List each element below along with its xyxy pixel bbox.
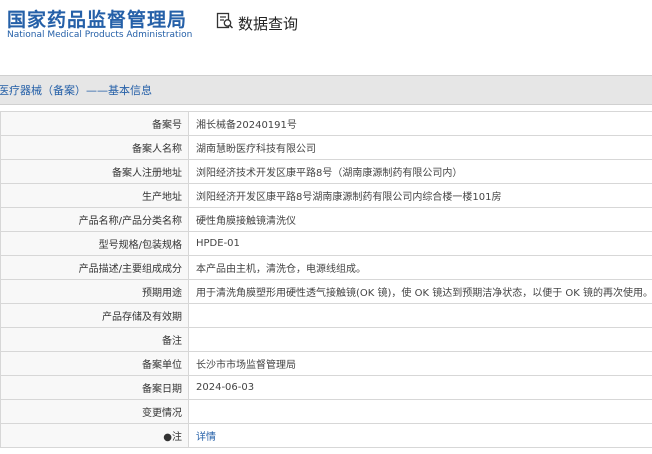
section-title: 医疗器械（备案）——基本信息 [0, 84, 152, 97]
table-row: 备案人注册地址 浏阳经济技术开发区康平路8号（湖南康源制药有限公司内） [0, 159, 652, 184]
row-value: 湘长械备20240191号 [188, 111, 652, 136]
row-label: 备案日期 [0, 375, 189, 400]
table-row: 生产地址 浏阳经济开发区康平路8号湖南康源制药有限公司内综合楼一楼101房 [0, 183, 652, 208]
data-query-label: 数据查询 [238, 14, 299, 33]
row-value [188, 303, 652, 328]
row-value: 2024-06-03 [188, 375, 652, 400]
row-label: 备案单位 [0, 351, 189, 376]
logo-en-subtitle: National Medical Products Administration [7, 30, 193, 40]
row-value: 浏阳经济技术开发区康平路8号（湖南康源制药有限公司内） [188, 159, 652, 184]
table-row: 预期用途 用于清洗角膜塑形用硬性透气接触镜(OK 镜)，使 OK 镜达到预期洁净状… [0, 279, 652, 304]
row-value: 硬性角膜接触镜清洗仪 [188, 207, 652, 232]
logo-cn-title: 国家药品监督管理局 [7, 9, 188, 31]
info-table: 备案号 湘长械备20240191号 备案人名称 湖南慧盼医疗科技有限公司 备案人注册地址… [0, 111, 652, 448]
row-value [188, 399, 652, 424]
row-value: 湖南慧盼医疗科技有限公司 [188, 135, 652, 160]
table-row: 备案号 湘长械备20240191号 [0, 111, 652, 136]
table-row: 变更情况 [0, 399, 652, 424]
row-label: 型号规格/包装规格 [0, 231, 189, 256]
table-row: 产品描述/主要组成成分 本产品由主机，清洗仓，电源线组成。 [0, 255, 652, 280]
row-value: HPDE-01 [188, 231, 652, 256]
row-value: 本产品由主机，清洗仓，电源线组成。 [188, 255, 652, 280]
section-title-bar: 医疗器械（备案）——基本信息 [0, 75, 652, 105]
row-value: 详情 [188, 423, 652, 448]
row-value: 长沙市市场监督管理局 [188, 351, 652, 376]
table-row: 备案单位 长沙市市场监督管理局 [0, 351, 652, 376]
row-label: 备注 [0, 327, 189, 352]
table-row: 备案日期 2024-06-03 [0, 375, 652, 400]
table-row: ●注 详情 [0, 423, 652, 448]
table-row: 备案人名称 湖南慧盼医疗科技有限公司 [0, 135, 652, 160]
table-row: 产品存储及有效期 [0, 303, 652, 328]
table-row: 型号规格/包装规格 HPDE-01 [0, 231, 652, 256]
row-label: 备案号 [0, 111, 189, 136]
row-label: 变更情况 [0, 399, 189, 424]
row-value: 用于清洗角膜塑形用硬性透气接触镜(OK 镜)，使 OK 镜达到预期洁净状态，以便… [188, 279, 652, 304]
table-row: 产品名称/产品分类名称 硬性角膜接触镜清洗仪 [0, 207, 652, 232]
row-label: 预期用途 [0, 279, 189, 304]
row-label: 备案人名称 [0, 135, 189, 160]
row-value [188, 327, 652, 352]
row-label: 产品名称/产品分类名称 [0, 207, 189, 232]
row-label: 产品存储及有效期 [0, 303, 189, 328]
search-data-icon [216, 12, 234, 34]
row-value: 浏阳经济开发区康平路8号湖南康源制药有限公司内综合楼一楼101房 [188, 183, 652, 208]
data-query-nav[interactable]: 数据查询 [216, 12, 298, 34]
row-label: ●注 [0, 423, 189, 448]
table-row: 备注 [0, 327, 652, 352]
row-label: 产品描述/主要组成成分 [0, 255, 189, 280]
row-label: 备案人注册地址 [0, 159, 189, 184]
site-header: 国家药品监督管理局 National Medical Products Admi… [0, 0, 652, 58]
row-label: 生产地址 [0, 183, 189, 208]
details-link[interactable]: 详情 [196, 432, 216, 443]
